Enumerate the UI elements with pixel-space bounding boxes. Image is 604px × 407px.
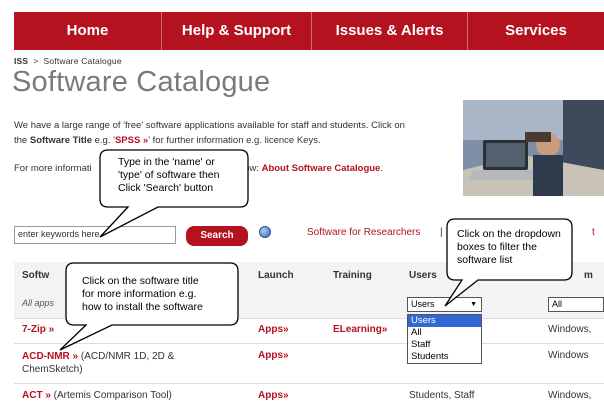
training-elearning-link[interactable]: ELearning»	[333, 324, 387, 335]
title-callout: Click on the software title for more inf…	[82, 275, 203, 313]
col-software: Softw	[22, 270, 50, 281]
intro-line-2: the Software Title e.g. 'SPSS »' for fur…	[14, 135, 321, 146]
users-filter-select[interactable]: Users ▼	[407, 297, 482, 312]
search-button[interactable]: Search	[186, 226, 248, 246]
more-info-follow: follow: About Software Catalogue.	[232, 163, 383, 174]
all-apps-filter[interactable]: All apps	[22, 298, 54, 308]
intro-paragraph: We have a large range of 'free' software…	[14, 118, 454, 148]
os-filter-select[interactable]: All	[548, 297, 604, 312]
intro-software-title: Software Title	[29, 135, 92, 146]
os-value: Windows,	[548, 324, 592, 335]
top-nav: Home Help & Support Issues & Alerts Serv…	[14, 12, 604, 50]
breadcrumb-current: Software Catalogue	[43, 56, 122, 66]
truncated-link[interactable]: t	[592, 227, 595, 238]
launch-apps-link[interactable]: Apps»	[258, 324, 289, 335]
users-value: Students, Staff	[409, 390, 475, 401]
table-row-title: ACD-NMR » (ACD/NMR 1D, 2D & ChemSketch)	[22, 351, 175, 375]
row-divider	[14, 318, 604, 319]
table-row-title: 7-Zip »	[22, 324, 54, 335]
about-catalogue-link[interactable]: About Software Catalogue	[262, 163, 381, 174]
breadcrumb: ISS > Software Catalogue	[14, 56, 122, 66]
page-title: Software Catalogue	[12, 66, 271, 98]
dropdown-option[interactable]: Students	[408, 351, 481, 363]
chevron-down-icon: ▼	[470, 301, 477, 308]
intro-line-1: We have a large range of 'free' software…	[14, 120, 405, 131]
more-info-text: For more informati	[14, 163, 92, 174]
os-value: Windows,	[548, 390, 592, 401]
search-input[interactable]: enter keywords here	[14, 226, 176, 244]
row-divider	[14, 343, 604, 344]
col-training: Training	[333, 270, 372, 281]
table-row-title: ACT » (Artemis Comparison Tool)	[22, 390, 172, 401]
row-divider	[14, 383, 604, 384]
col-users: Users	[409, 270, 437, 281]
col-launch: Launch	[258, 270, 294, 281]
nav-issues-alerts[interactable]: Issues & Alerts	[312, 12, 468, 50]
help-globe-icon[interactable]	[259, 226, 271, 238]
os-value: Windows	[548, 350, 589, 361]
dropdown-option[interactable]: Users	[408, 315, 481, 327]
nav-services[interactable]: Services	[468, 12, 604, 50]
launch-apps-link[interactable]: Apps»	[258, 390, 289, 401]
spss-link[interactable]: SPSS »	[115, 135, 148, 146]
breadcrumb-separator: >	[33, 56, 39, 66]
software-title-link[interactable]: 7-Zip »	[22, 324, 54, 335]
nav-home[interactable]: Home	[14, 12, 162, 50]
breadcrumb-root[interactable]: ISS	[14, 56, 28, 66]
nav-help-support[interactable]: Help & Support	[162, 12, 312, 50]
dropdown-option[interactable]: All	[408, 327, 481, 339]
launch-apps-link[interactable]: Apps»	[258, 350, 289, 361]
search-callout: Type in the 'name' or 'type' of software…	[118, 156, 220, 194]
hero-photo	[463, 100, 604, 196]
dropdown-option[interactable]: Staff	[408, 339, 481, 351]
software-researchers-link[interactable]: Software for Researchers	[307, 227, 420, 238]
software-title-link[interactable]: ACT »	[22, 390, 51, 401]
users-dropdown-list[interactable]: Users All Staff Students	[407, 314, 482, 364]
col-os: m	[584, 270, 593, 281]
link-separator: |	[440, 227, 443, 238]
software-title-link[interactable]: ACD-NMR »	[22, 351, 78, 362]
dropdown-callout: Click on the dropdown boxes to filter th…	[457, 228, 561, 266]
